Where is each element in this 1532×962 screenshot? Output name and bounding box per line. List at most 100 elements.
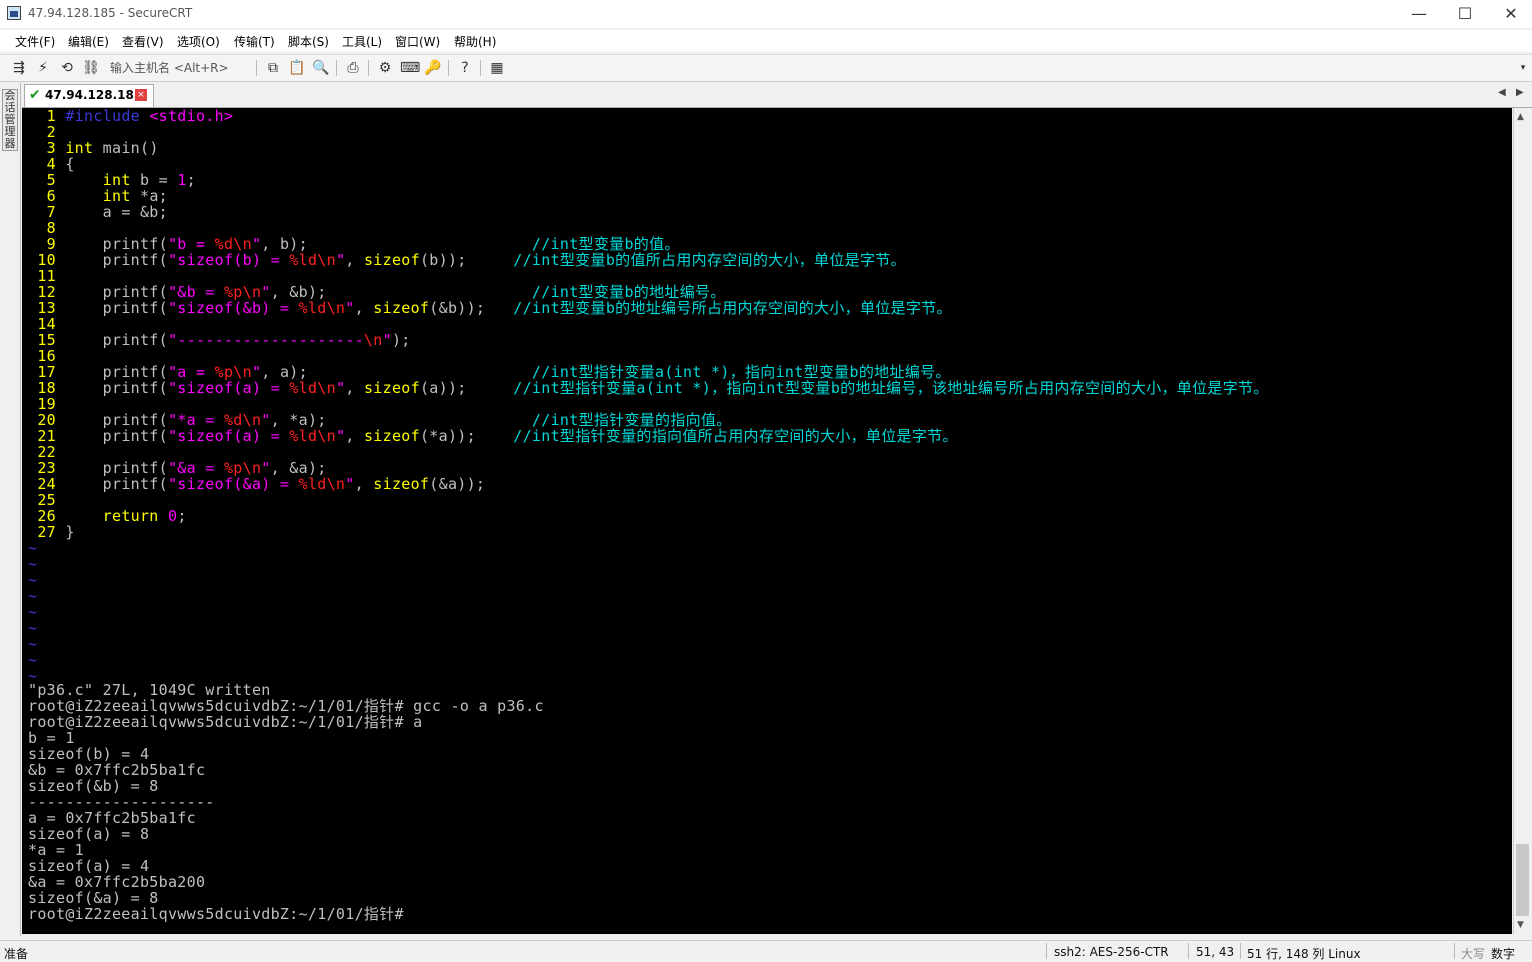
code-token: (&a)); xyxy=(429,475,486,493)
status-terminal-size: 51 行, 148 列 Linux xyxy=(1247,947,1361,961)
code-token: %ld\n xyxy=(289,427,336,445)
status-separator xyxy=(1046,943,1047,959)
code-token: , xyxy=(345,427,364,445)
status-cipher: ssh2: AES-256-CTR xyxy=(1054,945,1169,959)
menu-options[interactable]: 选项(O) xyxy=(177,33,220,50)
code-token: , xyxy=(345,379,364,397)
code-token: //int型变量b的地址编号所占用内存空间的大小，单位是字节。 xyxy=(513,299,952,317)
close-window-button[interactable]: ✕ xyxy=(1488,0,1532,28)
code-token: (&b)); xyxy=(429,299,514,317)
terminal-screen[interactable]: 1 #include <stdio.h> 2 3 int main() 4 { … xyxy=(22,108,1512,934)
empty-buffer-line: ~ xyxy=(28,571,38,589)
connect-icon[interactable]: ⇶ xyxy=(10,59,28,77)
menu-help[interactable]: 帮助(H) xyxy=(454,33,496,50)
code-token: sizeof xyxy=(363,379,420,397)
code-token: //int型指针变量a(int *)，指向int型变量b的地址编号，该地址编号所… xyxy=(513,379,1269,397)
code-token: printf( xyxy=(65,251,168,269)
code-token: #include xyxy=(65,108,150,125)
code-token: (*a)); xyxy=(419,427,514,445)
code-line: 21 printf("sizeof(a) = %ld\n", sizeof(*a… xyxy=(28,428,958,444)
code-line: 20 printf("*a = %d\n", *a); //int型指针变量的指… xyxy=(28,412,732,428)
session-manager-panel: 会话管理器 xyxy=(0,83,21,936)
scroll-up-icon[interactable]: ▲ xyxy=(1517,112,1524,122)
code-line: 15 printf("--------------------\n"); xyxy=(28,332,411,348)
empty-buffer-line: ~ xyxy=(28,619,38,637)
shell-output-line: sizeof(&b) = 8 xyxy=(28,777,159,795)
disconnect-icon[interactable]: ⛓ xyxy=(82,59,100,77)
title-bar: 47.94.128.185 - SecureCRT — ☐ ✕ xyxy=(0,0,1532,28)
code-line: 18 printf("sizeof(a) = %ld\n", sizeof(a)… xyxy=(28,380,1269,396)
menu-tools[interactable]: 工具(L) xyxy=(342,33,382,50)
shell-output-line: sizeof(a) = 8 xyxy=(28,825,150,843)
maximize-button[interactable]: ☐ xyxy=(1442,0,1488,28)
scroll-down-icon[interactable]: ▼ xyxy=(1517,920,1524,930)
menu-script[interactable]: 脚本(S) xyxy=(288,33,329,50)
status-caps-lock: 大写 xyxy=(1461,947,1486,961)
print-icon[interactable]: ⎙ xyxy=(344,59,362,77)
menu-view[interactable]: 查看(V) xyxy=(122,33,164,50)
status-ready: 准备 xyxy=(4,947,29,961)
code-token: \n xyxy=(363,331,383,349)
empty-buffer-line: ~ xyxy=(28,539,38,557)
help-icon[interactable]: ? xyxy=(456,59,474,77)
paste-icon[interactable]: 📋 xyxy=(288,59,306,77)
menu-bar: 文件(F) 编辑(E) 查看(V) 选项(O) 传输(T) 脚本(S) 工具(L… xyxy=(0,30,1532,52)
code-token: (a)); xyxy=(419,379,514,397)
copy-icon[interactable]: ⧉ xyxy=(264,59,282,77)
menu-edit[interactable]: 编辑(E) xyxy=(68,33,109,50)
window-title: 47.94.128.185 - SecureCRT xyxy=(28,6,193,20)
shell-output-line: &a = 0x7ffc2b5ba200 xyxy=(28,873,206,891)
code-token: } xyxy=(65,523,75,541)
menu-window[interactable]: 窗口(W) xyxy=(395,33,440,50)
code-token: " xyxy=(345,475,355,493)
quick-connect-icon[interactable]: ⚡ xyxy=(34,59,52,77)
toolbar-separator xyxy=(448,60,449,76)
tab-scroll-left-icon[interactable]: ◀ xyxy=(1498,87,1506,98)
quick-connect-input[interactable]: 输入主机名 <Alt+R> xyxy=(110,59,229,76)
shell-output-line: "p36.c" 27L, 1049C written xyxy=(28,681,271,699)
status-num-lock: 数字 xyxy=(1491,947,1516,961)
session-tab[interactable]: ✔ 47.94.128.185 × xyxy=(24,84,154,107)
code-token: , xyxy=(345,251,364,269)
tab-scroll-right-icon[interactable]: ▶ xyxy=(1516,87,1524,98)
empty-buffer-line: ~ xyxy=(28,555,38,573)
code-token: , xyxy=(354,475,374,493)
code-token: "-------------------- xyxy=(167,331,364,349)
session-manager-tab[interactable]: 会话管理器 xyxy=(2,89,18,151)
shell-output-line: &b = 0x7ffc2b5ba1fc xyxy=(28,761,206,779)
code-line: 3 int main() xyxy=(28,140,159,156)
key-icon[interactable]: 🔑 xyxy=(424,59,442,77)
code-line: 11 xyxy=(28,268,65,284)
reconnect-icon[interactable]: ⟲ xyxy=(58,59,76,77)
code-token: ; xyxy=(186,171,196,189)
keymap-icon[interactable]: ⌨ xyxy=(400,59,420,77)
code-token: sizeof xyxy=(373,475,430,493)
code-line: 12 printf("&b = %p\n", &b); //int型变量b的地址… xyxy=(28,284,726,300)
toolbar-overflow-icon[interactable]: ▾ xyxy=(1514,59,1532,77)
code-token: printf( xyxy=(65,427,168,445)
minimize-button[interactable]: — xyxy=(1396,0,1442,28)
code-line: 8 xyxy=(28,220,65,236)
shell-output-line: root@iZ2zeeailqvwws5dcuivdbZ:~/1/01/指针# xyxy=(28,905,404,923)
code-line: 26 return 0; xyxy=(28,508,187,524)
code-token: <stdio.h> xyxy=(149,108,234,125)
scrollbar-thumb[interactable] xyxy=(1516,844,1529,916)
shell-output-line: sizeof(&a) = 8 xyxy=(28,889,159,907)
shell-output-line: root@iZ2zeeailqvwws5dcuivdbZ:~/1/01/指针# … xyxy=(28,713,423,731)
code-line: 5 int b = 1; xyxy=(28,172,196,188)
connected-check-icon: ✔ xyxy=(29,87,41,103)
tab-close-icon[interactable]: × xyxy=(135,89,147,101)
find-icon[interactable]: 🔍 xyxy=(312,59,330,77)
code-token: return xyxy=(102,507,159,525)
code-line: 19 xyxy=(28,396,65,412)
code-token: sizeof xyxy=(363,251,420,269)
status-separator xyxy=(1454,943,1455,959)
terminal-scrollbar[interactable]: ▲ ▼ xyxy=(1513,108,1531,934)
shell-output-line: sizeof(b) = 4 xyxy=(28,745,150,763)
sftp-icon[interactable]: ▦ xyxy=(488,59,506,77)
menu-file[interactable]: 文件(F) xyxy=(15,33,55,50)
shell-output-line: a = 0x7ffc2b5ba1fc xyxy=(28,809,196,827)
settings-gear-icon[interactable]: ⚙ xyxy=(376,59,394,77)
code-line: 9 printf("b = %d\n", b); //int型变量b的值。 xyxy=(28,236,680,252)
menu-transfer[interactable]: 传输(T) xyxy=(234,33,275,50)
